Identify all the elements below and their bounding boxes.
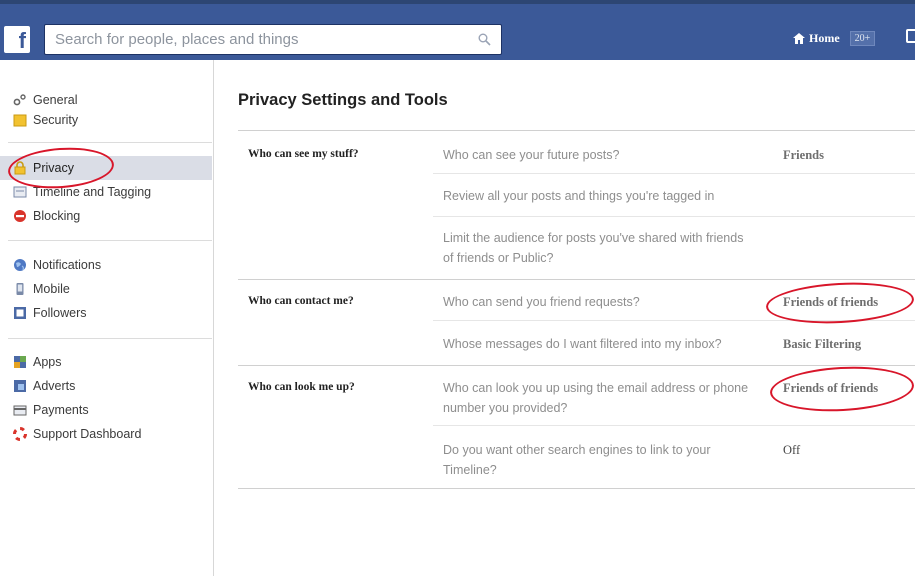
- gears-icon: [13, 93, 27, 107]
- sidebar-item-adverts[interactable]: Adverts: [0, 374, 212, 398]
- sidebar-item-security[interactable]: Security: [0, 108, 212, 132]
- lock-icon: [13, 161, 27, 175]
- section-divider: [238, 279, 915, 280]
- sidebar-item-label: Support Dashboard: [33, 427, 142, 441]
- sidebar-item-label: Notifications: [33, 258, 102, 272]
- sidebar-divider: [8, 240, 212, 241]
- section-divider: [238, 365, 915, 366]
- section-label-who-can-look-up: Who can look me up?: [248, 381, 355, 393]
- setting-value-future-posts[interactable]: Friends: [783, 148, 824, 163]
- sidebar-item-label: Payments: [33, 403, 89, 417]
- section-label-who-can-contact: Who can contact me?: [248, 295, 354, 307]
- sidebar-item-timeline-and-tagging[interactable]: Timeline and Tagging: [0, 180, 212, 204]
- sidebar-item-support-dashboard[interactable]: Support Dashboard: [0, 422, 212, 446]
- section-label-who-can-see: Who can see my stuff?: [248, 148, 359, 160]
- adverts-icon: [13, 379, 27, 393]
- setting-question[interactable]: Who can look you up using the email addr…: [443, 378, 763, 418]
- row-divider: [433, 320, 915, 321]
- settings-sidebar: General Security Privacy Timeline and Ta…: [0, 60, 214, 576]
- facebook-logo-icon[interactable]: f: [4, 26, 30, 53]
- payment-card-icon: [13, 403, 27, 417]
- setting-question[interactable]: Whose messages do I want filtered into m…: [443, 334, 783, 354]
- sidebar-item-label: Privacy: [33, 161, 74, 175]
- home-count-badge: 20+: [849, 31, 876, 46]
- setting-question[interactable]: Who can see your future posts?: [443, 145, 773, 165]
- blocking-icon: [13, 209, 27, 223]
- row-divider: [433, 173, 915, 174]
- sidebar-divider: [8, 142, 212, 143]
- sidebar-item-payments[interactable]: Payments: [0, 398, 212, 422]
- timeline-icon: [13, 185, 27, 199]
- sidebar-item-label: Mobile: [33, 282, 70, 296]
- mobile-icon: [13, 282, 27, 296]
- home-link[interactable]: Home 20+: [793, 31, 876, 46]
- setting-question[interactable]: Who can send you friend requests?: [443, 292, 773, 312]
- sidebar-item-apps[interactable]: Apps: [0, 350, 212, 374]
- security-badge-icon: [13, 113, 27, 127]
- top-navigation-bar: f Home 20+: [0, 0, 915, 60]
- sidebar-item-notifications[interactable]: Notifications: [0, 253, 212, 277]
- lifebuoy-icon: [13, 427, 27, 441]
- sidebar-item-privacy[interactable]: Privacy: [0, 156, 212, 180]
- sidebar-item-mobile[interactable]: Mobile: [0, 277, 212, 301]
- search-input[interactable]: [45, 25, 465, 54]
- sidebar-item-label: Blocking: [33, 209, 81, 223]
- search-icon[interactable]: [478, 33, 491, 46]
- sidebar-item-blocking[interactable]: Blocking: [0, 204, 212, 228]
- globe-icon: [13, 258, 27, 272]
- sidebar-item-label: Security: [33, 113, 79, 127]
- setting-question[interactable]: Do you want other search engines to link…: [443, 440, 763, 480]
- sidebar-item-label: Followers: [33, 306, 87, 320]
- search-box[interactable]: [44, 24, 502, 55]
- section-divider: [238, 488, 915, 489]
- setting-value-message-filtering[interactable]: Basic Filtering: [783, 337, 861, 352]
- apps-icon: [13, 355, 27, 369]
- friend-requests-icon[interactable]: [906, 29, 915, 43]
- setting-value-search-engines[interactable]: Off: [783, 443, 800, 458]
- sidebar-divider: [8, 338, 212, 339]
- sidebar-item-label: Apps: [33, 355, 62, 369]
- home-icon: [793, 33, 805, 44]
- page-title: Privacy Settings and Tools: [238, 91, 448, 109]
- rss-icon: [13, 306, 27, 320]
- sidebar-item-label: Timeline and Tagging: [33, 185, 152, 199]
- row-divider: [433, 216, 915, 217]
- row-divider: [433, 425, 915, 426]
- sidebar-item-label: Adverts: [33, 379, 76, 393]
- setting-question[interactable]: Limit the audience for posts you've shar…: [443, 228, 753, 268]
- home-label: Home: [809, 31, 840, 45]
- setting-value-look-up[interactable]: Friends of friends: [783, 381, 878, 396]
- sidebar-item-followers[interactable]: Followers: [0, 301, 212, 325]
- setting-question[interactable]: Review all your posts and things you're …: [443, 186, 783, 206]
- setting-value-friend-requests[interactable]: Friends of friends: [783, 295, 878, 310]
- section-divider: [238, 130, 915, 131]
- sidebar-item-label: General: [33, 93, 78, 107]
